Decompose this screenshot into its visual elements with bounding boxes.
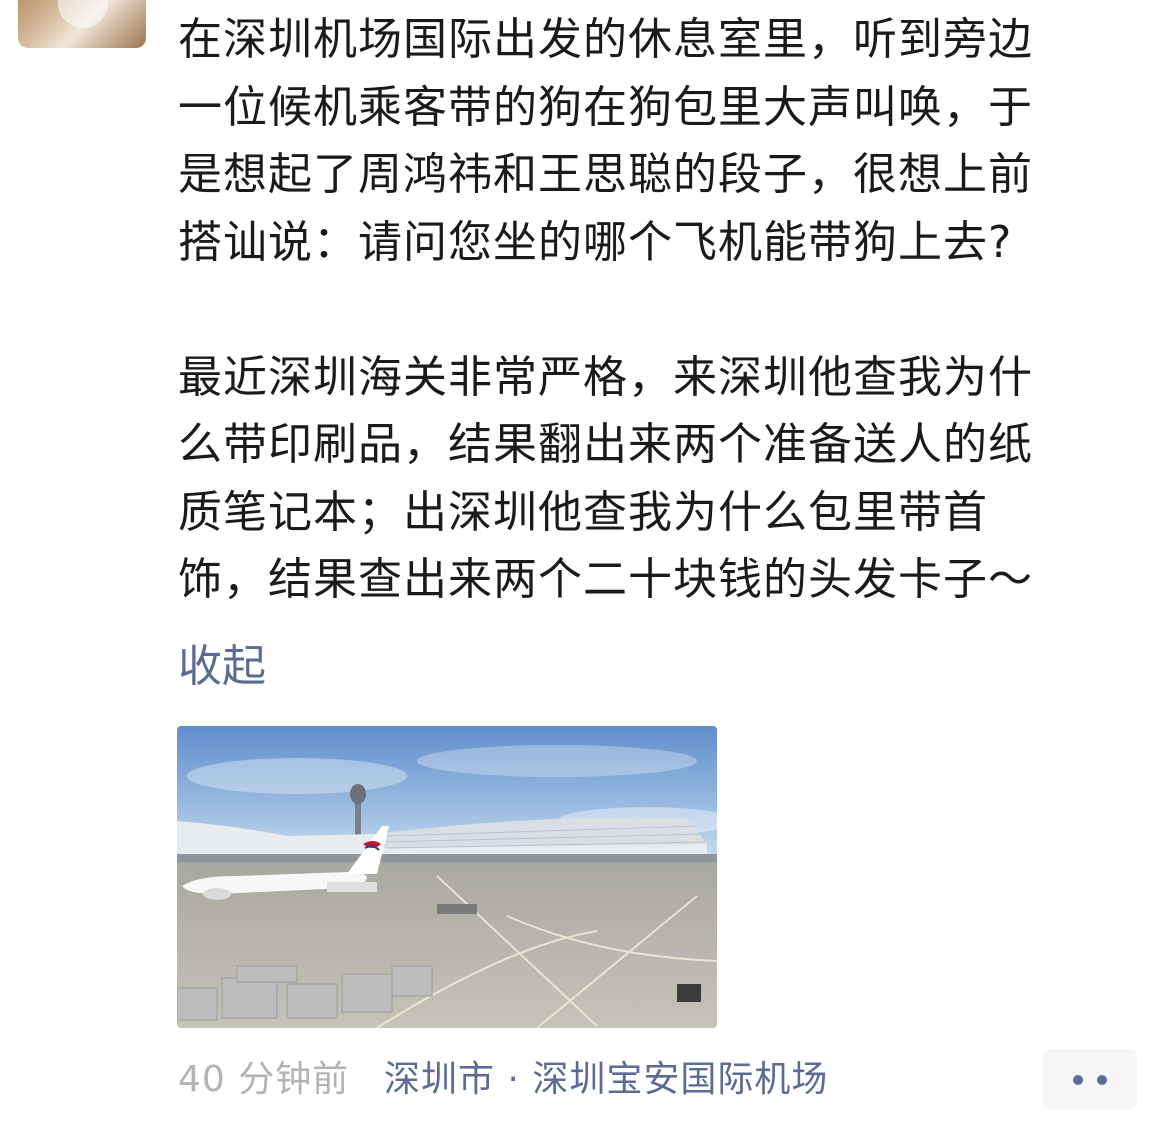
post-line: 么带印刷品，结果翻出来两个准备送人的纸 bbox=[178, 419, 1033, 470]
post-text: 在深圳机场国际出发的休息室里，听到旁边 一位候机乘客带的狗在狗包里大声叫唤，于 … bbox=[178, 6, 1140, 614]
dot bbox=[1097, 1075, 1107, 1085]
post-time: 40 分钟前 bbox=[178, 1059, 350, 1100]
avatar[interactable] bbox=[18, 0, 146, 48]
more-button[interactable] bbox=[1043, 1049, 1137, 1109]
post-line: 一位候机乘客带的狗在狗包里大声叫唤，于 bbox=[178, 81, 1033, 133]
airport-photo bbox=[177, 726, 717, 1028]
post-line: 在深圳机场国际出发的休息室里，听到旁边 bbox=[178, 14, 1033, 65]
post-photo[interactable] bbox=[177, 726, 717, 1028]
location-link[interactable]: 深圳市 · 深圳宝安国际机场 bbox=[384, 1050, 828, 1110]
post-line: 搭讪说：请问您坐的哪个飞机能带狗上去? bbox=[178, 216, 1013, 268]
post-line: 最近深圳海关非常严格，来深圳他查我为什 bbox=[178, 351, 1033, 403]
post-meta: 40 分钟前 深圳市 · 深圳宝安国际机场 bbox=[178, 1050, 1138, 1110]
post-line: 饰，结果查出来两个二十块钱的头发卡子～ bbox=[178, 554, 1033, 605]
dot bbox=[1073, 1075, 1083, 1085]
post-line: 质笔记本；出深圳他查我为什么包里带首 bbox=[178, 486, 988, 538]
post-line: 是想起了周鸿祎和王思聪的段子，很想上前 bbox=[178, 149, 1033, 200]
collapse-link[interactable]: 收起 bbox=[178, 636, 266, 698]
